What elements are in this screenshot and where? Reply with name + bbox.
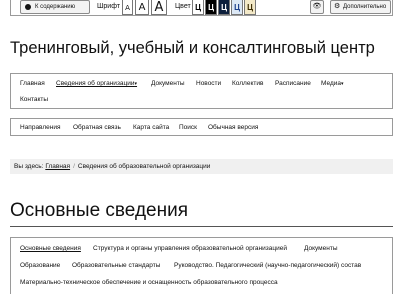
- color-scheme-black-button[interactable]: Ц: [205, 0, 217, 15]
- sub-nav-education[interactable]: Образование: [20, 261, 60, 270]
- sub-nav-documents[interactable]: Документы: [304, 244, 338, 253]
- nav-item-contacts[interactable]: Контакты: [20, 95, 48, 104]
- breadcrumb: Вы здесь: Главная / Сведения об образовате…: [10, 159, 393, 174]
- chevron-down-icon: ▾: [134, 81, 138, 87]
- nav-item-staff[interactable]: Коллектив: [232, 79, 263, 88]
- more-settings-button[interactable]: ⚙ Дополнительно: [330, 0, 391, 14]
- more-settings-label: Дополнительно: [343, 4, 387, 10]
- breadcrumb-current: Сведения об образовательной организации: [77, 163, 211, 170]
- sub-nav-basic-info[interactable]: Основные сведения: [20, 244, 81, 253]
- font-size-small-button[interactable]: A: [122, 0, 133, 15]
- font-size-large-button[interactable]: A: [151, 0, 167, 15]
- back-arrow-icon: [25, 4, 31, 10]
- font-size-medium-button[interactable]: A: [135, 0, 149, 15]
- color-scheme-beige-button[interactable]: Ц: [244, 0, 256, 15]
- images-toggle-button[interactable]: 👁: [310, 0, 324, 14]
- secondary-nav: Направления Обратная связь Карта сайта П…: [10, 118, 393, 136]
- nav-item-news[interactable]: Новости: [196, 79, 221, 88]
- color-scheme-white-button[interactable]: Ц: [192, 0, 204, 15]
- nav-item-sitemap[interactable]: Карта сайта: [133, 123, 169, 132]
- gear-icon: ⚙: [334, 3, 341, 10]
- nav-item-schedule[interactable]: Расписание: [275, 79, 311, 88]
- sub-nav-standards[interactable]: Образовательные стандарты: [72, 261, 160, 270]
- nav-item-home[interactable]: Главная: [20, 79, 45, 88]
- breadcrumb-separator: /: [73, 163, 75, 170]
- color-scheme-lightblue-button[interactable]: Ц: [231, 0, 243, 15]
- site-title: Тренинговый, учебный и консалтинговый це…: [10, 39, 375, 57]
- nav-item-about-org-label: Сведения об организации: [56, 80, 135, 87]
- eye-off-icon: 👁: [312, 3, 322, 10]
- main-nav: Главная Сведения об организации▾ Докумен…: [10, 73, 393, 109]
- color-scheme-label: Цвет: [175, 3, 191, 10]
- nav-item-documents[interactable]: Документы: [151, 79, 185, 88]
- color-scheme-darkblue-button[interactable]: Ц: [218, 0, 230, 15]
- sub-nav-facilities[interactable]: Материально-техническое обеспечение и ос…: [20, 278, 278, 287]
- nav-item-feedback[interactable]: Обратная связь: [73, 123, 121, 132]
- nav-item-about-org[interactable]: Сведения об организации▾: [56, 79, 137, 89]
- nav-item-normal-version[interactable]: Обычная версия: [208, 123, 258, 132]
- section-sub-nav: Основные сведения Структура и органы упр…: [10, 237, 393, 294]
- accessibility-toolbar: К содержанию Шрифт A A A Цвет Ц Ц Ц Ц Ц …: [10, 0, 393, 16]
- section-divider: [10, 226, 393, 227]
- sub-nav-structure[interactable]: Структура и органы управления образовате…: [93, 244, 287, 253]
- chevron-down-icon: ▾: [341, 81, 344, 87]
- nav-item-directions[interactable]: Направления: [20, 123, 61, 132]
- font-size-label: Шрифт: [97, 3, 121, 10]
- nav-item-media-label: Медиа: [321, 80, 341, 87]
- back-to-content-button[interactable]: К содержанию: [20, 0, 90, 14]
- back-to-content-label: К содержанию: [35, 4, 76, 10]
- nav-item-search[interactable]: Поиск: [179, 123, 197, 132]
- section-title: Основные сведения: [10, 200, 189, 221]
- sub-nav-management[interactable]: Руководство. Педагогический (научно-педа…: [174, 261, 361, 270]
- breadcrumb-prefix: Вы здесь:: [14, 163, 44, 170]
- breadcrumb-home-link[interactable]: Главная: [45, 163, 70, 170]
- nav-item-media[interactable]: Медиа▾: [321, 79, 344, 89]
